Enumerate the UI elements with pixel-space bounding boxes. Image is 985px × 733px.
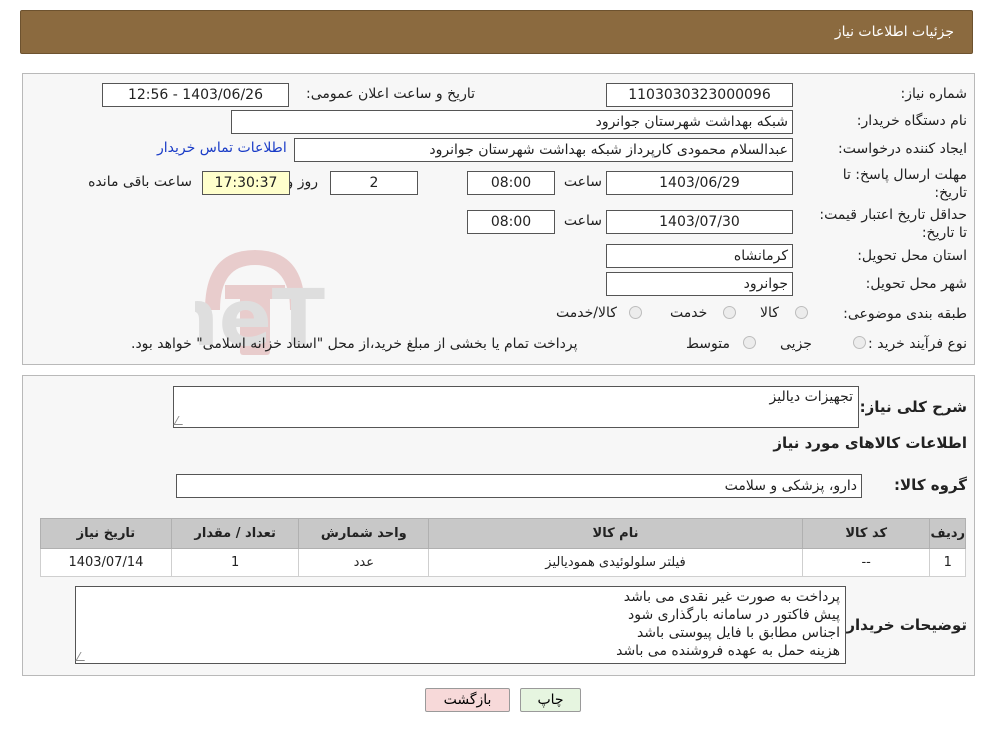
- category-option-goods: کالا: [760, 305, 779, 321]
- table-row: 1 -- فیلتر سلولوئیدی همودیالیز عدد 1 140…: [40, 548, 966, 577]
- announce-label: تاریخ و ساعت اعلان عمومی:: [306, 86, 475, 102]
- validity-label: حداقل تاریخ اعتبار قیمت: تا تاریخ:: [819, 207, 967, 241]
- buyer-contact-link[interactable]: اطلاعات تماس خریدار: [157, 140, 287, 156]
- validity-time-label: ساعت: [563, 213, 602, 229]
- items-section-title: اطلاعات کالاهای مورد نیاز: [773, 434, 967, 452]
- buyer-note-line: هزینه حمل به عهده فروشنده می باشد: [616, 643, 840, 659]
- buyer-notes-label: توضیحات خریدار:: [840, 616, 967, 634]
- validity-date-field: 1403/07/30: [606, 210, 793, 234]
- cell-row-number: 1: [929, 548, 966, 577]
- col-item-name: نام کالا: [428, 518, 803, 549]
- category-label: طبقه بندی موضوعی:: [843, 306, 967, 322]
- cell-unit: عدد: [298, 548, 430, 577]
- buyer-note-line: پرداخت به صورت غیر نقدی می باشد: [623, 589, 840, 605]
- category-option-service: خدمت: [670, 305, 708, 321]
- remaining-label: ساعت باقی مانده: [88, 174, 192, 190]
- process-radio-minor[interactable]: [853, 336, 866, 349]
- buyer-org-label: نام دستگاه خریدار:: [856, 113, 967, 129]
- province-label: استان محل تحویل:: [857, 248, 967, 264]
- process-radio-medium[interactable]: [743, 336, 756, 349]
- need-number-label: شماره نیاز:: [900, 86, 968, 102]
- buyer-note-line: اجناس مطابق با فایل پیوستی باشد: [636, 625, 840, 641]
- need-number-field: 1103030323000096: [606, 83, 793, 107]
- category-option-goods-service: کالا/خدمت: [556, 305, 617, 321]
- cell-item-code: --: [801, 548, 931, 577]
- col-quantity: تعداد / مقدار: [170, 518, 300, 549]
- items-table-header: ردیف کد کالا نام کالا واحد شمارش تعداد /…: [40, 518, 966, 549]
- col-need-date: تاریخ نیاز: [40, 518, 172, 549]
- category-radio-service[interactable]: [723, 306, 736, 319]
- cell-need-date: 1403/07/14: [40, 548, 172, 577]
- deadline-time-field: 08:00: [467, 171, 555, 195]
- deadline-label: مهلت ارسال پاسخ: تا تاریخ:: [842, 167, 967, 201]
- deadline-time-label: ساعت: [563, 174, 602, 190]
- creator-label: ایجاد کننده درخواست:: [838, 141, 967, 157]
- page-title: جزئیات اطلاعات نیاز: [834, 24, 954, 40]
- creator-field: عبدالسلام محمودی کارپرداز شبکه بهداشت شه…: [294, 138, 793, 162]
- col-unit: واحد شمارش: [298, 518, 430, 549]
- days-label: روز و: [286, 174, 319, 190]
- col-item-code: کد کالا: [801, 518, 931, 549]
- category-radio-goods-service[interactable]: [629, 306, 642, 319]
- remaining-time-field: 17:30:37: [202, 171, 290, 195]
- group-field: دارو، پزشکی و سلامت: [176, 474, 862, 498]
- process-label: نوع فرآیند خرید :: [868, 336, 967, 352]
- city-field: جوانرود: [606, 272, 793, 296]
- process-note: پرداخت تمام یا بخشی از مبلغ خرید،از محل …: [131, 336, 578, 352]
- items-table: ردیف کد کالا نام کالا واحد شمارش تعداد /…: [40, 518, 966, 577]
- city-label: شهر محل تحویل:: [865, 276, 967, 292]
- buyer-org-field: شبکه بهداشت شهرستان جوانرود: [231, 110, 793, 134]
- process-option-medium: متوسط: [686, 336, 730, 352]
- group-label: گروه کالا:: [894, 476, 967, 494]
- cell-item-name: فیلتر سلولوئیدی همودیالیز: [428, 548, 803, 577]
- buyer-note-line: پیش فاکتور در سامانه بارگذاری شود: [628, 607, 840, 623]
- province-field: کرمانشاه: [606, 244, 793, 268]
- deadline-date-field: 1403/06/29: [606, 171, 793, 195]
- page-header: جزئیات اطلاعات نیاز: [20, 10, 973, 54]
- resize-handle-icon[interactable]: [173, 416, 188, 425]
- buyer-notes-field[interactable]: پرداخت به صورت غیر نقدی می باشد پیش فاکت…: [75, 586, 846, 664]
- process-option-minor: جزیی: [780, 336, 812, 352]
- announce-datetime-field: 1403/06/26 - 12:56: [102, 83, 289, 107]
- days-field: 2: [330, 171, 418, 195]
- general-desc-label: شرح کلی نیاز:: [859, 398, 967, 416]
- back-button[interactable]: بازگشت: [425, 688, 510, 712]
- general-desc-text: تجهیزات دیالیز: [769, 389, 853, 405]
- print-button[interactable]: چاپ: [520, 688, 581, 712]
- validity-time-field: 08:00: [467, 210, 555, 234]
- col-row-number: ردیف: [929, 518, 966, 549]
- category-radio-goods[interactable]: [795, 306, 808, 319]
- general-desc-field[interactable]: تجهیزات دیالیز: [173, 386, 859, 428]
- cell-quantity: 1: [170, 548, 300, 577]
